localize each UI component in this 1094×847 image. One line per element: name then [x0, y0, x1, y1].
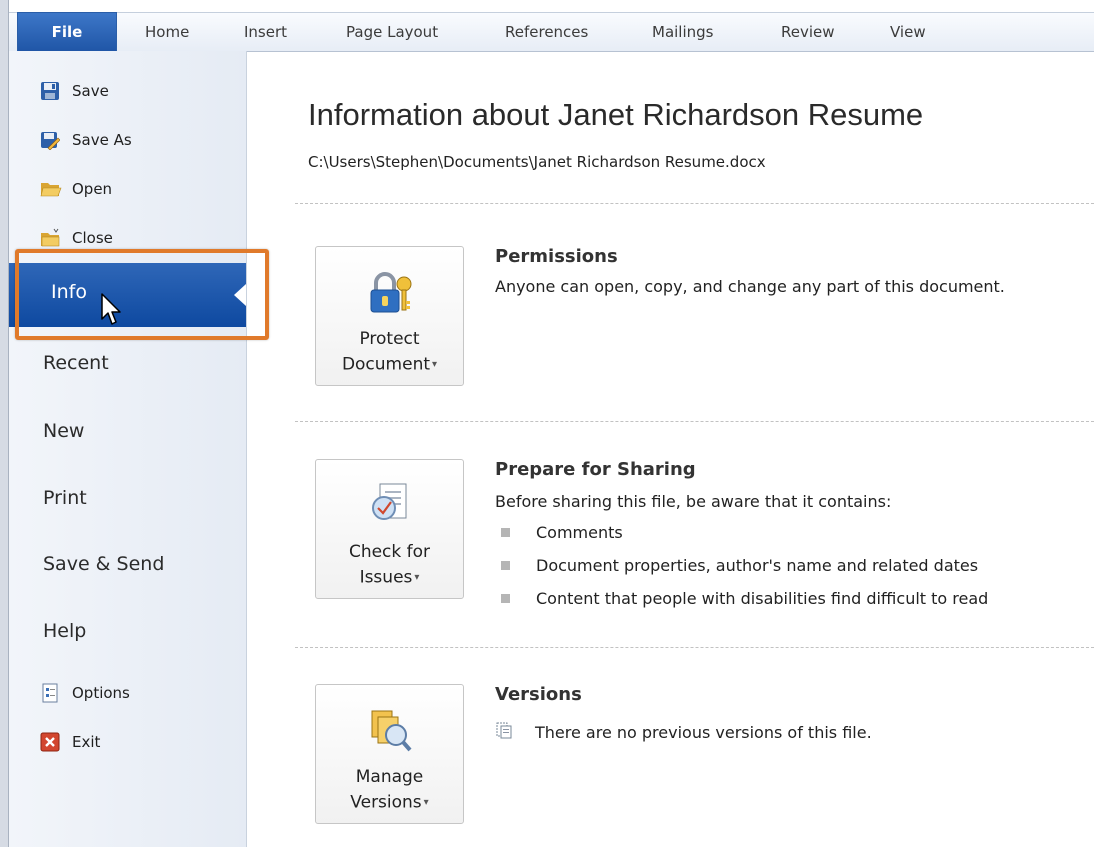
exit-label: Exit [72, 733, 101, 751]
list-item: Content that people with disabilities fi… [501, 589, 988, 608]
open-command[interactable]: Open [40, 176, 112, 202]
manage-versions-label: Manage Versions ▾ [350, 767, 429, 813]
document-version-icon [495, 721, 513, 743]
file-path: C:\Users\Stephen\Documents\Janet Richard… [308, 153, 766, 171]
options-label: Options [72, 684, 130, 702]
exit-icon [40, 732, 60, 752]
versions-message: There are no previous versions of this f… [495, 721, 872, 743]
bullet-icon [501, 528, 510, 537]
close-label: Close [72, 229, 113, 247]
ribbon-tab-bar: File Home Insert Page Layout References … [9, 12, 1094, 53]
lock-key-icon [367, 269, 413, 319]
tab-view[interactable]: View [890, 13, 926, 51]
protect-document-label: Protect Document ▾ [341, 329, 438, 375]
section-divider [295, 647, 1094, 648]
check-for-issues-label: Check for Issues ▾ [348, 542, 431, 588]
section-divider [295, 203, 1094, 204]
bullet-icon [501, 561, 510, 570]
checklist-icon [370, 482, 410, 530]
tab-references[interactable]: References [505, 13, 588, 51]
permissions-heading: Permissions [495, 246, 618, 267]
nav-item-new[interactable]: New [43, 420, 84, 442]
nav-item-recent[interactable]: Recent [43, 352, 109, 374]
prepare-for-sharing-text: Before sharing this file, be aware that … [495, 492, 892, 511]
versions-heading: Versions [495, 684, 582, 705]
section-divider [295, 421, 1094, 422]
window-frame-left [0, 0, 9, 847]
open-label: Open [72, 180, 113, 198]
open-folder-icon [40, 179, 62, 199]
nav-item-save-send[interactable]: Save & Send [43, 553, 164, 575]
prepare-for-sharing-heading: Prepare for Sharing [495, 459, 696, 480]
list-item: Document properties, author's name and r… [501, 556, 978, 575]
options-icon [40, 683, 60, 703]
save-command[interactable]: Save [40, 78, 109, 104]
tab-review[interactable]: Review [781, 13, 835, 51]
versions-icon [368, 707, 412, 757]
nav-item-help[interactable]: Help [43, 620, 86, 642]
tab-insert[interactable]: Insert [244, 13, 287, 51]
list-item: Comments [501, 523, 623, 542]
save-label: Save [72, 82, 109, 100]
protect-document-button[interactable]: Protect Document ▾ [315, 246, 464, 386]
close-command[interactable]: Close [40, 225, 113, 251]
exit-command[interactable]: Exit [40, 729, 100, 755]
backstage-nav [9, 51, 247, 847]
options-command[interactable]: Options [40, 680, 130, 706]
dropdown-arrow-icon: ▾ [432, 359, 438, 370]
nav-item-print[interactable]: Print [43, 487, 87, 509]
dropdown-arrow-icon: ▾ [414, 572, 420, 583]
info-pane: Information about Janet Richardson Resum… [247, 51, 1094, 847]
info-highlight-box [15, 249, 269, 340]
permissions-text: Anyone can open, copy, and change any pa… [495, 277, 1005, 296]
tab-mailings[interactable]: Mailings [652, 13, 713, 51]
tab-page-layout[interactable]: Page Layout [346, 13, 438, 51]
manage-versions-button[interactable]: Manage Versions ▾ [315, 684, 464, 824]
mouse-pointer-icon [101, 293, 123, 331]
save-as-label: Save As [72, 131, 132, 149]
tab-home[interactable]: Home [145, 13, 189, 51]
page-title: Information about Janet Richardson Resum… [308, 97, 924, 132]
save-as-command[interactable]: Save As [40, 127, 132, 153]
close-folder-icon [40, 228, 60, 248]
tab-file[interactable]: File [17, 12, 117, 53]
bullet-icon [501, 594, 510, 603]
check-for-issues-button[interactable]: Check for Issues ▾ [315, 459, 464, 599]
save-icon [40, 81, 60, 101]
dropdown-arrow-icon: ▾ [423, 797, 429, 808]
save-as-icon [40, 130, 61, 151]
